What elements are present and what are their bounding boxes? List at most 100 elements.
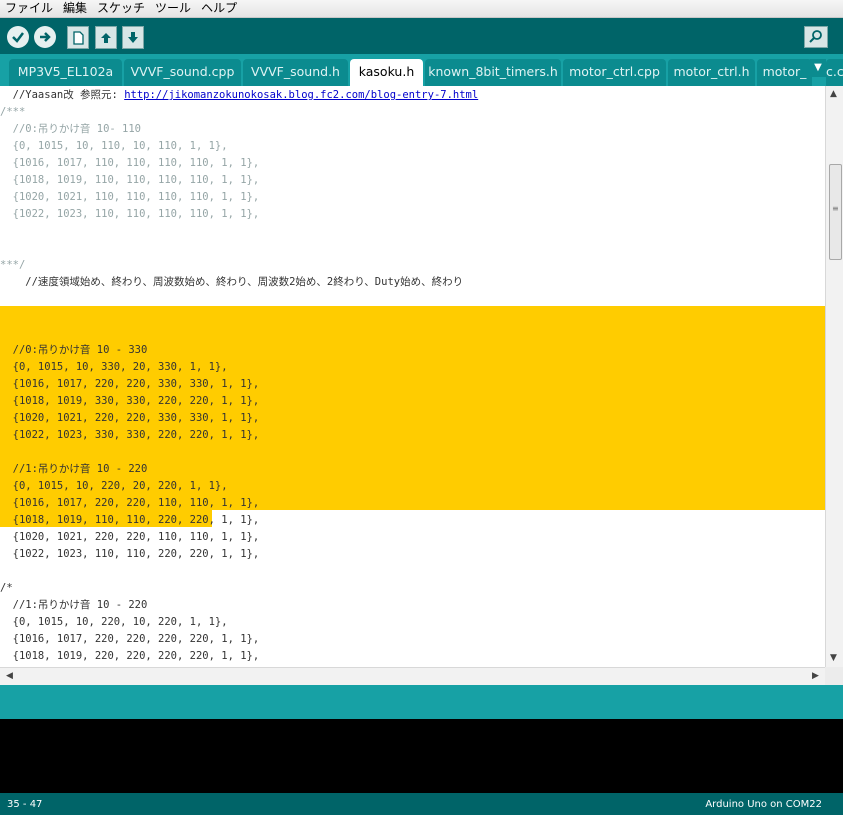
- reference-link[interactable]: http://jikomanzokunokosak.blog.fc2.com/b…: [124, 89, 478, 101]
- code-text: //速度領域始め、終わり、周波数始め、終わり、周波数2始め、2終わり、Duty始…: [0, 276, 464, 288]
- tab-mp3v5-el102a[interactable]: MP3V5_EL102a: [9, 59, 122, 86]
- code-line: /*: [0, 580, 13, 597]
- code-text: {1018, 1019, 220, 220, 220, 220, 1, 1},: [0, 650, 260, 662]
- code-text: {1016, 1017, 110, 110, 110, 110, 1, 1},: [0, 157, 260, 169]
- code-line: {1016, 1017, 220, 220, 330, 330, 1, 1},: [0, 376, 260, 393]
- arrow-right-icon: [38, 30, 52, 44]
- scroll-corner: [825, 667, 843, 685]
- code-text: /***: [0, 106, 26, 118]
- tab-label: motor_: [762, 64, 807, 79]
- status-bar: 35 - 47 Arduino Uno on COM22: [0, 793, 843, 815]
- console-output[interactable]: [0, 719, 843, 793]
- code-line: {1022, 1023, 110, 110, 110, 110, 1, 1},: [0, 206, 260, 223]
- code-text: {1022, 1023, 110, 110, 110, 110, 1, 1},: [0, 208, 260, 220]
- tab-label: known_8bit_timers.h: [428, 64, 558, 79]
- code-editor[interactable]: //Yaasan改 参照元: http://jikomanzokunokosak…: [0, 86, 825, 667]
- code-line: {0, 1015, 10, 220, 10, 220, 1, 1},: [0, 614, 228, 631]
- code-line: {1020, 1021, 220, 220, 330, 330, 1, 1},: [0, 410, 260, 427]
- code-text: //0:吊りかけ音 10 - 330: [0, 344, 148, 356]
- tab-motor-ctrl-h[interactable]: motor_ctrl.h: [668, 59, 755, 86]
- code-text: {1016, 1017, 220, 220, 330, 330, 1, 1},: [0, 378, 260, 390]
- tab-label: motor_ctrl.h: [673, 64, 750, 79]
- code-line: {1020, 1021, 110, 110, 110, 110, 1, 1},: [0, 189, 260, 206]
- code-text: {1020, 1021, 220, 220, 110, 110, 1, 1},: [0, 531, 260, 543]
- verify-button[interactable]: [7, 26, 29, 48]
- message-area: [0, 685, 843, 719]
- scroll-up-icon[interactable]: ▲: [830, 88, 837, 100]
- code-line: ***/: [0, 257, 25, 274]
- tab-motor-truncated[interactable]: motor_: [757, 59, 812, 86]
- open-button[interactable]: [95, 26, 117, 49]
- code-text: {1018, 1019, 110, 110, 110, 110, 1, 1},: [0, 174, 260, 186]
- code-line: {1018, 1019, 220, 220, 220, 220, 1, 1},: [0, 648, 260, 665]
- code-line: //0:吊りかけ音 10- 110: [0, 121, 141, 138]
- scroll-down-icon[interactable]: ▼: [830, 652, 837, 664]
- code-line: {0, 1015, 10, 110, 10, 110, 1, 1},: [0, 138, 228, 155]
- serial-monitor-button[interactable]: [804, 26, 828, 48]
- tab-c-truncated[interactable]: c.c: [826, 59, 843, 86]
- check-icon: [11, 30, 25, 44]
- code-text: //0:吊りかけ音 10- 110: [0, 123, 142, 135]
- code-line: //1:吊りかけ音 10 - 220: [0, 461, 148, 478]
- code-line: //1:吊りかけ音 10 - 220: [0, 597, 148, 614]
- tab-known-8bit-timers-h[interactable]: known_8bit_timers.h: [425, 59, 561, 86]
- vertical-scroll-thumb[interactable]: ≡: [829, 164, 842, 260]
- code-line: {0, 1015, 10, 220, 20, 220, 1, 1},: [0, 478, 228, 495]
- code-line: {1018, 1019, 110, 110, 220, 220, 1, 1},: [0, 512, 260, 529]
- tab-bar: MP3V5_EL102a VVVF_sound.cpp VVVF_sound.h…: [0, 54, 843, 86]
- menu-bar: ファイル 編集 スケッチ ツール ヘルプ: [0, 0, 843, 18]
- code-text: //1:吊りかけ音 10 - 220: [0, 599, 148, 611]
- tab-kasoku-h[interactable]: kasoku.h: [350, 59, 423, 86]
- upload-button[interactable]: [34, 26, 56, 48]
- code-text: {1018, 1019, 110, 110, 220, 220, 1, 1},: [0, 514, 260, 526]
- scroll-left-icon[interactable]: ◀: [6, 670, 13, 682]
- code-text: {0, 1015, 10, 330, 20, 330, 1, 1},: [0, 361, 228, 373]
- save-button[interactable]: [122, 26, 144, 49]
- code-line: //Yaasan改 参照元: http://jikomanzokunokosak…: [0, 87, 479, 104]
- tab-label: VVVF_sound.cpp: [130, 64, 235, 79]
- tab-menu-button[interactable]: ▼: [810, 59, 826, 77]
- magnifier-icon: [809, 28, 823, 47]
- tab-vvvf-sound-cpp[interactable]: VVVF_sound.cpp: [124, 59, 241, 86]
- code-line: {1016, 1017, 220, 220, 220, 220, 1, 1},: [0, 631, 260, 648]
- code-text: {0, 1015, 10, 110, 10, 110, 1, 1},: [0, 140, 228, 152]
- toolbar: [0, 18, 843, 54]
- new-sketch-button[interactable]: [67, 26, 89, 49]
- tab-label: motor_ctrl.cpp: [569, 64, 660, 79]
- code-line: {1016, 1017, 110, 110, 110, 110, 1, 1},: [0, 155, 260, 172]
- save-arrow-down-icon: [127, 31, 139, 45]
- menu-edit[interactable]: 編集: [58, 0, 92, 17]
- menu-tools[interactable]: ツール: [150, 0, 196, 17]
- tab-motor-ctrl-cpp[interactable]: motor_ctrl.cpp: [563, 59, 666, 86]
- open-arrow-up-icon: [100, 31, 112, 45]
- code-line: {1018, 1019, 330, 330, 220, 220, 1, 1},: [0, 393, 260, 410]
- menu-sketch[interactable]: スケッチ: [92, 0, 150, 17]
- code-text: {1022, 1023, 110, 110, 220, 220, 1, 1},: [0, 548, 260, 560]
- tab-vvvf-sound-h[interactable]: VVVF_sound.h: [243, 59, 348, 86]
- code-line: /***: [0, 104, 25, 121]
- vertical-scrollbar[interactable]: ▲ ≡ ▼: [825, 86, 843, 667]
- code-line: {1022, 1023, 330, 330, 220, 220, 1, 1},: [0, 427, 260, 444]
- code-line: {1020, 1021, 220, 220, 110, 110, 1, 1},: [0, 529, 260, 546]
- tab-label: VVVF_sound.h: [251, 64, 340, 79]
- code-text: {0, 1015, 10, 220, 20, 220, 1, 1},: [0, 480, 228, 492]
- tab-label: kasoku.h: [358, 64, 415, 79]
- menu-file[interactable]: ファイル: [0, 0, 58, 17]
- new-file-icon: [72, 30, 84, 45]
- code-line: {1016, 1017, 220, 220, 110, 110, 1, 1},: [0, 495, 260, 512]
- code-text: ***/: [0, 259, 26, 271]
- code-text: //Yaasan改 参照元:: [0, 89, 118, 101]
- board-port-indicator: Arduino Uno on COM22: [705, 799, 822, 810]
- grip-icon: ≡: [832, 204, 839, 213]
- horizontal-scrollbar[interactable]: ◀ ▶: [0, 667, 825, 685]
- code-line: {1022, 1023, 110, 110, 220, 220, 1, 1},: [0, 546, 260, 563]
- code-text: {0, 1015, 10, 220, 10, 220, 1, 1},: [0, 616, 228, 628]
- menu-help[interactable]: ヘルプ: [196, 0, 242, 17]
- code-line: //速度領域始め、終わり、周波数始め、終わり、周波数2始め、2終わり、Duty始…: [0, 274, 463, 291]
- tab-label: c.c: [826, 64, 843, 79]
- code-text: {1022, 1023, 330, 330, 220, 220, 1, 1},: [0, 429, 260, 441]
- code-text: //1:吊りかけ音 10 - 220: [0, 463, 148, 475]
- code-text: /*: [0, 582, 13, 594]
- code-text: {1020, 1021, 110, 110, 110, 110, 1, 1},: [0, 191, 260, 203]
- scroll-right-icon[interactable]: ▶: [812, 670, 819, 682]
